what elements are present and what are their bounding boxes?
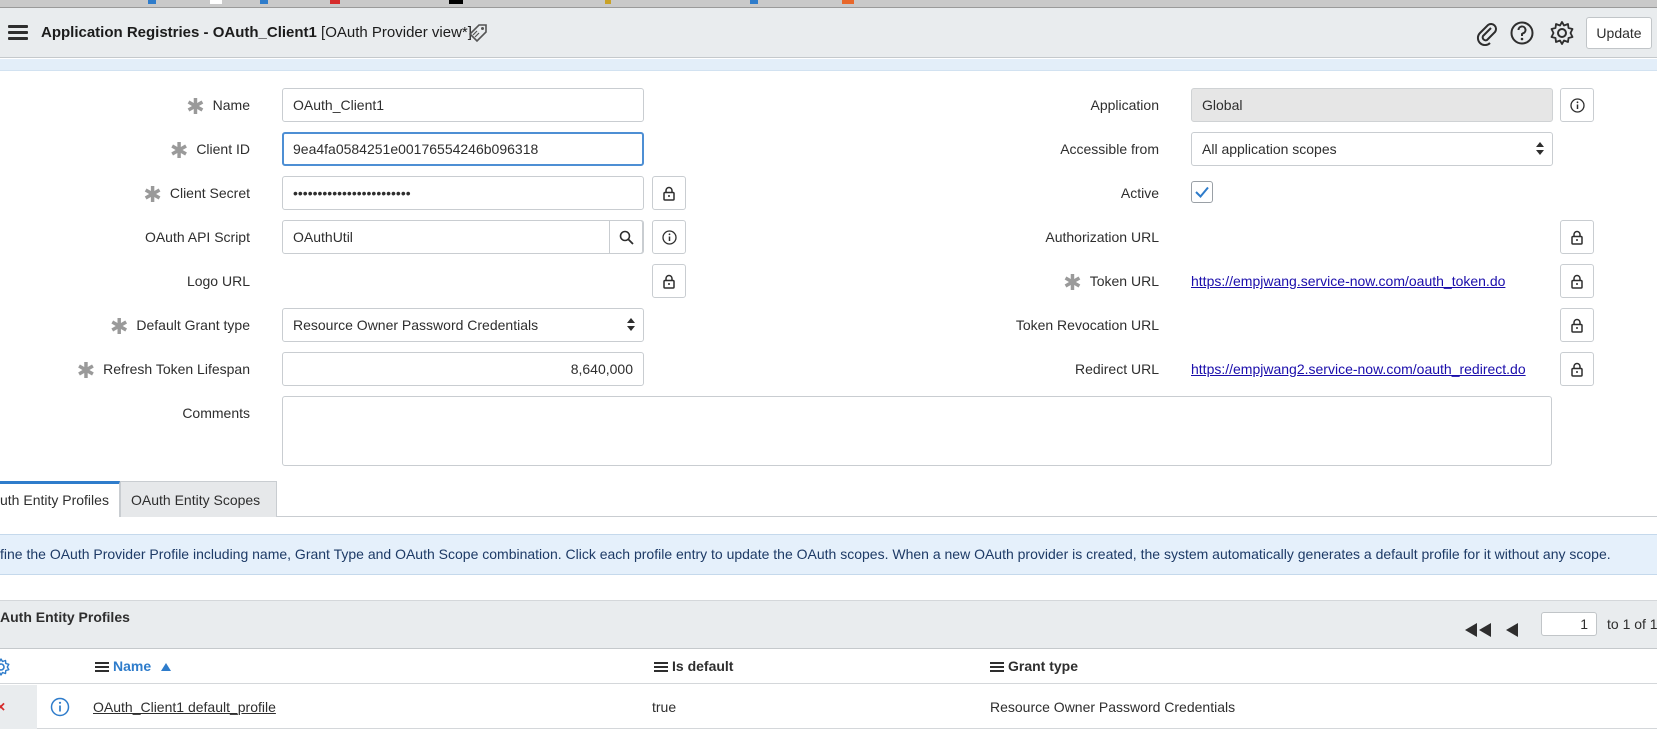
token-url-lock-button[interactable] (1560, 264, 1594, 298)
browser-bookmarks-strip (0, 0, 1657, 8)
refresh-lifespan-label: ✱ Refresh Token Lifespan (76, 358, 250, 383)
list-settings-gear-icon[interactable] (0, 658, 10, 676)
authorization-url-label: Authorization URL (1045, 229, 1159, 245)
logo-url-lock-button[interactable] (652, 264, 686, 298)
select-arrow-icon (1536, 142, 1544, 156)
related-list-header: Auth Entity Profiles (0, 600, 1657, 649)
required-icon: ✱ (76, 358, 96, 383)
tag-icon[interactable] (464, 20, 490, 46)
info-icon (1570, 98, 1585, 113)
token-revocation-lock-button[interactable] (1560, 308, 1594, 342)
active-checkbox[interactable] (1191, 181, 1213, 203)
menu-icon[interactable] (8, 25, 28, 41)
token-url-label: ✱ Token URL (1063, 270, 1159, 295)
redirect-url-lock-button[interactable] (1560, 352, 1594, 386)
accessible-from-select[interactable]: All application scopes (1191, 132, 1553, 166)
comments-label: Comments (182, 405, 250, 421)
client-secret-label: ✱ Client Secret (143, 182, 250, 207)
table-row[interactable]: × OAuth_Client1 default_profile true Res… (0, 685, 1657, 729)
lock-icon (663, 274, 675, 289)
lock-icon (1571, 274, 1583, 289)
name-label: ✱ Name (186, 94, 250, 119)
lock-icon (1571, 318, 1583, 333)
related-list-title: Auth Entity Profiles (0, 609, 130, 625)
lock-icon (1571, 230, 1583, 245)
help-icon[interactable] (1509, 20, 1535, 46)
tab-entity-scopes[interactable]: OAuth Entity Scopes (120, 481, 277, 517)
record-title: Application Registries - OAuth_Client1 (41, 24, 317, 41)
token-revocation-url-label: Token Revocation URL (1015, 317, 1159, 333)
required-icon: ✱ (1063, 270, 1082, 295)
lock-icon (1571, 362, 1583, 377)
logo-url-label: Logo URL (186, 273, 250, 289)
column-menu-icon[interactable] (95, 662, 109, 672)
client-id-label: ✱ Client ID (169, 138, 250, 163)
required-icon: ✱ (109, 314, 129, 339)
info-message: fine the OAuth Provider Profile includin… (0, 534, 1657, 575)
client-secret-input[interactable]: •••••••••••••••••••••••• (282, 176, 644, 210)
application-label: Application (1090, 97, 1160, 113)
sort-ascending-icon (161, 663, 172, 671)
application-field: Global (1191, 88, 1553, 122)
column-header-grant-type[interactable]: Grant type (990, 649, 1078, 684)
info-icon (662, 230, 677, 245)
row-gutter: × (0, 685, 37, 729)
api-script-input[interactable]: OAuthUtil (282, 220, 644, 254)
token-url-link[interactable]: https://empjwang.service-now.com/oauth_t… (1191, 264, 1505, 298)
list-column-headers: Name Is default Grant type (0, 649, 1657, 684)
gear-icon[interactable] (1549, 20, 1575, 46)
profile-name-link[interactable]: OAuth_Client1 default_profile (93, 685, 276, 729)
column-header-name[interactable]: Name (95, 649, 172, 684)
authorization-url-lock-button[interactable] (1560, 220, 1594, 254)
api-script-lookup-button[interactable] (609, 220, 643, 254)
required-icon: ✱ (143, 182, 162, 207)
row-edit-icon[interactable]: × (0, 699, 5, 717)
form-header: Application Registries - OAuth_Client1 [… (0, 8, 1657, 58)
accessible-from-value: All application scopes (1202, 141, 1337, 157)
accessible-from-label: Accessible from (1060, 141, 1159, 157)
checkmark-icon (1195, 186, 1209, 198)
is-default-cell: true (652, 699, 677, 715)
application-info-button[interactable] (1560, 88, 1594, 122)
page-range-text: to 1 of 1 (1607, 616, 1657, 632)
form-top-band (0, 59, 1657, 71)
required-icon: ✱ (169, 138, 189, 163)
grant-type-cell: Resource Owner Password Credentials (990, 699, 1236, 715)
page-number-input[interactable]: 1 (1541, 612, 1597, 636)
client-id-input[interactable]: 9ea4fa0584251e00176554246b096318 (282, 132, 644, 166)
page-title: Application Registries - OAuth_Client1 [… (41, 24, 472, 41)
grant-type-select[interactable]: Resource Owner Password Credentials (282, 308, 644, 342)
redirect-url-link[interactable]: https://empjwang2.service-now.com/oauth_… (1191, 352, 1526, 386)
column-menu-icon[interactable] (990, 662, 1004, 672)
api-script-label: OAuth API Script (144, 229, 250, 245)
redirect-url-label: Redirect URL (1074, 361, 1159, 377)
update-button[interactable]: Update (1586, 17, 1652, 49)
select-arrow-icon (627, 318, 635, 332)
first-page-icon[interactable] (1464, 623, 1492, 637)
previous-page-icon[interactable] (1505, 623, 1519, 637)
client-secret-lock-button[interactable] (652, 176, 686, 210)
refresh-lifespan-input[interactable]: 8,640,000 (282, 352, 644, 386)
tab-entity-profiles[interactable]: uth Entity Profiles (0, 481, 120, 517)
row-info-icon[interactable] (50, 697, 70, 717)
active-label: Active (1120, 185, 1159, 201)
paperclip-icon[interactable] (1474, 20, 1500, 46)
comments-textarea[interactable] (282, 396, 1552, 466)
grant-type-value: Resource Owner Password Credentials (293, 317, 539, 333)
api-script-info-button[interactable] (652, 220, 686, 254)
search-icon (619, 230, 634, 245)
column-menu-icon[interactable] (654, 662, 668, 672)
name-input[interactable]: OAuth_Client1 (282, 88, 644, 122)
grant-type-label: ✱ Default Grant type (109, 314, 250, 339)
lock-icon (663, 186, 675, 201)
required-icon: ✱ (186, 94, 205, 119)
view-name: [OAuth Provider view*] (321, 24, 472, 41)
column-header-is-default[interactable]: Is default (654, 649, 733, 684)
